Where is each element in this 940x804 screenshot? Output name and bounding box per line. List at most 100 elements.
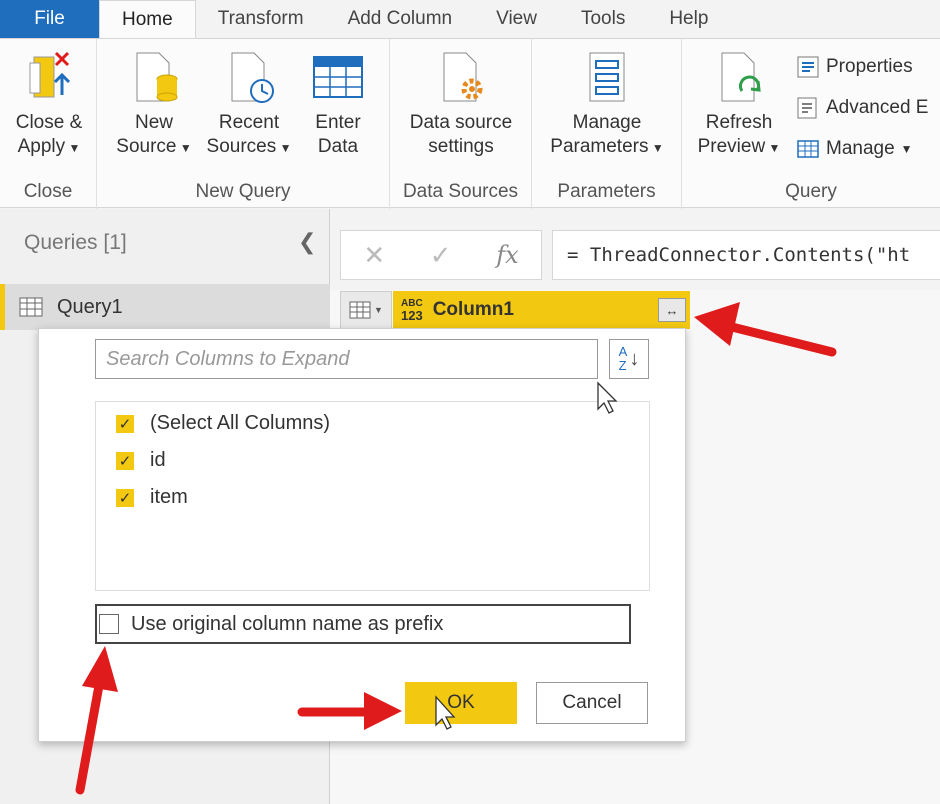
commit-formula-icon[interactable]: ✓ xyxy=(430,240,452,271)
manage-button[interactable]: Manage ▼ xyxy=(796,137,913,161)
manage-parameters-icon xyxy=(589,52,625,102)
checkbox-checked[interactable]: ✓ xyxy=(116,488,134,507)
cancel-formula-icon[interactable]: ✕ xyxy=(363,240,385,271)
close-apply-icon xyxy=(29,51,71,98)
group-label-parameters: Parameters xyxy=(557,181,656,202)
group-parameters: Manage Parameters ▼ Parameters xyxy=(532,39,682,209)
column-header[interactable]: ABC 123 Column1 ↔ xyxy=(393,291,690,329)
recent-sources-label-1: Recent xyxy=(218,112,280,133)
enter-data-label-1: Enter xyxy=(315,112,361,133)
group-query: Refresh Preview ▼ Properties Advanced E … xyxy=(682,39,940,209)
ribbon-tab-bar: File Home Transform Add Column View Tool… xyxy=(0,0,940,38)
prefix-option[interactable]: Use original column name as prefix xyxy=(95,604,631,644)
refresh-preview-label-2: Preview xyxy=(697,136,766,157)
table-icon xyxy=(797,140,819,158)
checkbox-checked[interactable]: ✓ xyxy=(116,451,134,470)
advanced-editor-button[interactable]: Advanced E xyxy=(796,96,928,120)
list-item-label: id xyxy=(150,449,166,471)
chevron-down-icon: ▼ xyxy=(648,141,664,155)
manage-parameters-button[interactable]: Manage Parameters ▼ xyxy=(542,49,672,160)
enter-data-button[interactable]: Enter Data xyxy=(303,49,373,159)
prefix-checkbox[interactable] xyxy=(99,614,119,634)
list-item[interactable]: ✓ item xyxy=(116,486,188,509)
group-label-new-query: New Query xyxy=(195,181,291,202)
close-apply-label-2: Apply xyxy=(17,136,66,157)
queries-pane-title: Queries [1] xyxy=(24,231,127,254)
new-source-label-2: Source xyxy=(116,136,177,157)
group-label-close: Close xyxy=(23,181,73,202)
group-new-query: New Source ▼ Recent Sources ▼ Enter Data… xyxy=(97,39,390,209)
sort-az-icon: A Z ↓ xyxy=(618,344,640,373)
tab-tools[interactable]: Tools xyxy=(559,0,647,38)
advanced-editor-icon xyxy=(797,97,817,119)
table-icon xyxy=(19,297,43,317)
manage-parameters-label-2: Parameters xyxy=(550,136,649,157)
new-source-button[interactable]: New Source ▼ xyxy=(111,49,197,160)
tab-transform[interactable]: Transform xyxy=(196,0,326,38)
manage-label: Manage xyxy=(826,138,895,159)
data-source-settings-button[interactable]: Data source settings xyxy=(398,49,524,159)
tab-help[interactable]: Help xyxy=(647,0,730,38)
table-icon xyxy=(349,301,371,319)
refresh-icon xyxy=(721,52,761,102)
type-any-bottom: 123 xyxy=(401,308,423,323)
advanced-editor-label: Advanced E xyxy=(826,97,929,118)
list-item-label: (Select All Columns) xyxy=(150,412,331,434)
data-source-settings-label-2: settings xyxy=(428,136,494,157)
chevron-down-icon: ▼ xyxy=(900,142,913,156)
expand-icon: ↔ xyxy=(665,302,679,318)
close-apply-label-1: Close & xyxy=(15,112,83,133)
recent-sources-label-2: Sources xyxy=(206,136,277,157)
checkbox-checked[interactable]: ✓ xyxy=(116,414,134,433)
enter-data-label-2: Data xyxy=(317,136,359,157)
column-name: Column1 xyxy=(432,299,514,320)
group-data-sources: Data source settings Data Sources xyxy=(390,39,532,209)
new-source-label-1: New xyxy=(134,112,173,133)
group-label-query: Query xyxy=(785,181,837,202)
recent-sources-icon xyxy=(231,52,274,103)
collapse-pane-icon[interactable]: ❮ xyxy=(298,229,316,255)
sort-button[interactable]: A Z ↓ xyxy=(609,339,649,379)
tab-view[interactable]: View xyxy=(474,0,559,38)
tab-file[interactable]: File xyxy=(0,0,99,38)
type-any-icon[interactable]: ABC 123 xyxy=(401,298,423,322)
list-item[interactable]: ✓ id xyxy=(116,449,166,472)
ok-button[interactable]: OK xyxy=(405,682,517,724)
chevron-down-icon: ▼ xyxy=(374,305,383,315)
sort-icon-a: A xyxy=(618,344,628,359)
chevron-down-icon: ▼ xyxy=(65,141,81,155)
refresh-preview-label-1: Refresh xyxy=(705,112,773,133)
sort-icon-z: Z xyxy=(618,358,627,373)
expand-columns-dialog: Search Columns to Expand A Z ↓ ✓ (Select… xyxy=(38,328,686,742)
expand-column-button[interactable]: ↔ xyxy=(658,298,686,322)
formula-bar-buttons: ✕ ✓ fx xyxy=(340,230,542,280)
new-source-icon xyxy=(136,52,178,102)
data-source-settings-icon xyxy=(443,52,483,102)
prefix-label: Use original column name as prefix xyxy=(131,612,444,635)
chevron-down-icon: ▼ xyxy=(765,141,781,155)
properties-icon xyxy=(797,56,819,78)
query-item-label: Query1 xyxy=(57,295,123,318)
close-apply-button[interactable]: Close & Apply ▼ xyxy=(8,49,90,160)
manage-parameters-label-1: Manage xyxy=(572,112,642,133)
chevron-down-icon: ▼ xyxy=(176,141,192,155)
group-close: Close & Apply ▼ Close xyxy=(0,39,97,209)
ribbon: Close & Apply ▼ Close New Source ▼ Recen… xyxy=(0,38,940,209)
list-item-label: item xyxy=(150,486,188,508)
cancel-button[interactable]: Cancel xyxy=(536,682,648,724)
column-list: ✓ (Select All Columns) ✓ id ✓ item xyxy=(95,401,650,591)
tab-add-column[interactable]: Add Column xyxy=(326,0,475,38)
fx-icon[interactable]: fx xyxy=(496,241,518,269)
properties-label: Properties xyxy=(826,56,913,77)
formula-bar[interactable]: = ThreadConnector.Contents("ht xyxy=(552,230,940,280)
table-menu-button[interactable]: ▼ xyxy=(340,291,392,329)
tab-home[interactable]: Home xyxy=(99,0,196,38)
refresh-preview-button[interactable]: Refresh Preview ▼ xyxy=(692,49,786,160)
recent-sources-button[interactable]: Recent Sources ▼ xyxy=(203,49,295,160)
search-input[interactable]: Search Columns to Expand xyxy=(95,339,598,379)
query-item[interactable]: Query1 xyxy=(0,284,330,330)
properties-button[interactable]: Properties xyxy=(796,55,913,79)
list-item[interactable]: ✓ (Select All Columns) xyxy=(116,412,330,435)
data-source-settings-label-1: Data source xyxy=(409,112,513,133)
table-icon xyxy=(313,56,363,98)
